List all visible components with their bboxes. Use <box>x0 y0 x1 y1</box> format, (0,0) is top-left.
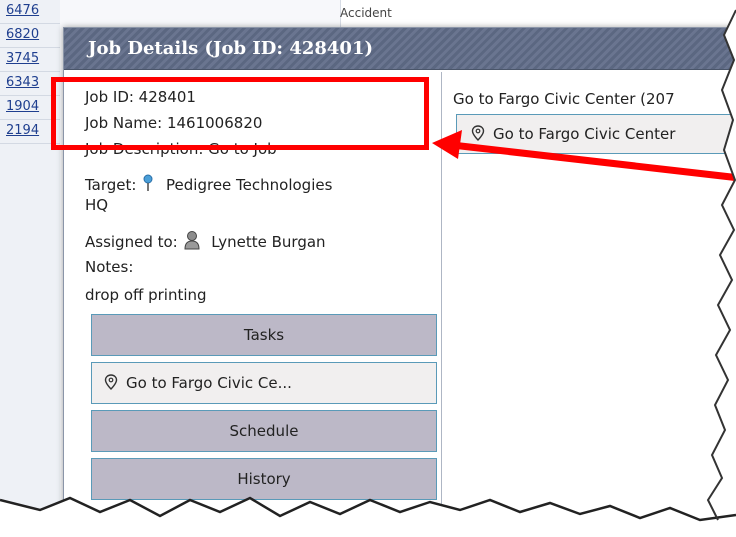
screenshot-frame: 6476 6820 3745 6343 1904 2194 Accident J… <box>0 0 736 537</box>
torn-edge-decoration <box>0 0 736 537</box>
